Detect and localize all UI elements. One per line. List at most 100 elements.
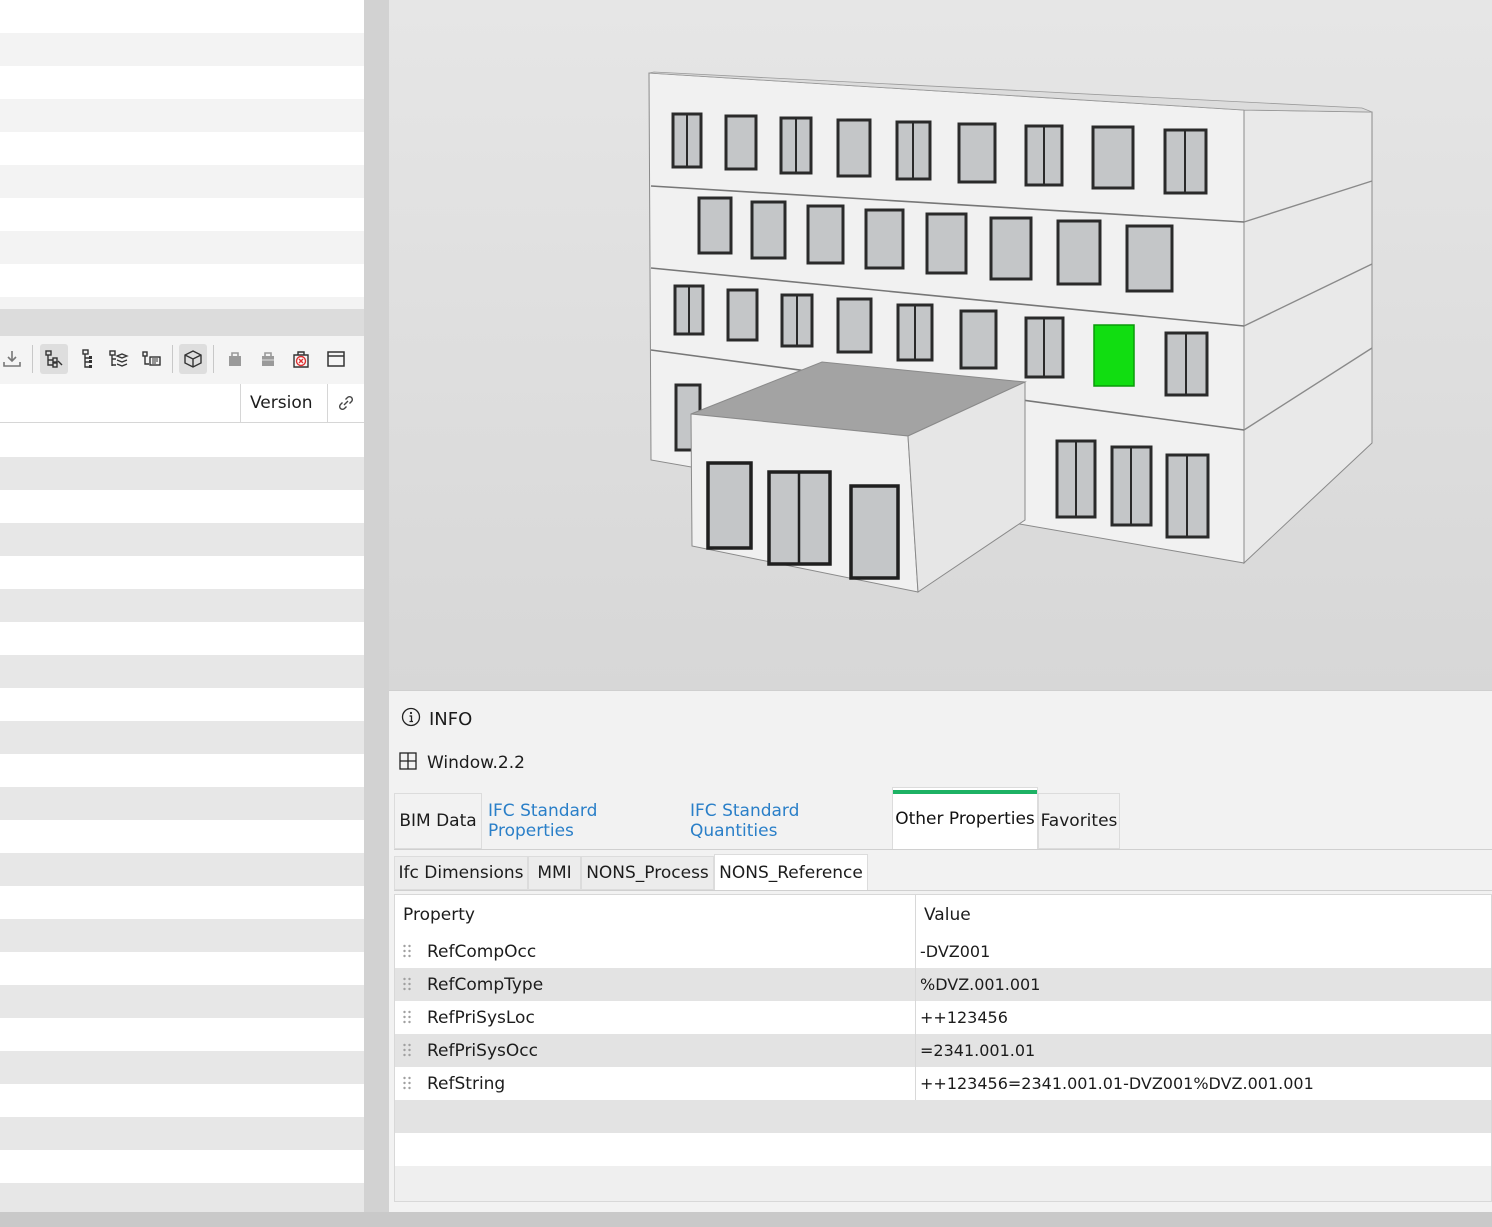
header-label: Value [924,905,971,925]
tab-favorites[interactable]: Favorites [1038,793,1120,849]
property-value: ++123456=2341.001.01-DVZ001%DVZ.001.001 [915,1067,1314,1100]
list-row[interactable] [0,264,366,297]
subtab-nons-reference[interactable]: NONS_Reference [714,854,868,890]
tree-column-header: Version [0,384,364,423]
table-row-empty [395,1166,1491,1201]
storey-icon[interactable] [254,344,282,374]
table-row[interactable]: RefPriSysLoc ++123456 [395,1001,1491,1034]
table-row[interactable]: RefCompOcc -DVZ001 [395,935,1491,968]
tree-row[interactable] [0,886,364,919]
tree-row[interactable] [0,589,364,622]
subtab-label: NONS_Reference [719,862,863,883]
info-icon [401,707,421,732]
tree-row[interactable] [0,1117,364,1150]
table-row[interactable]: RefCompType %DVZ.001.001 [395,968,1491,1001]
drag-handle-icon[interactable] [402,1042,412,1058]
3d-viewer[interactable] [389,0,1492,690]
property-column-header[interactable]: Property [395,895,475,935]
tab-other-properties[interactable]: Other Properties [892,787,1038,849]
subtab-ifc-dimensions[interactable]: Ifc Dimensions [394,856,528,890]
drag-handle-icon[interactable] [402,943,412,959]
tab-label: IFC Standard Quantities [690,801,800,841]
clear-selection-icon[interactable] [287,344,315,374]
download-icon[interactable] [0,344,26,374]
version-column-header[interactable]: Version [240,384,328,422]
table-row[interactable]: RefString ++123456=2341.001.01-DVZ001%DV… [395,1067,1491,1100]
property-value: =2341.001.01 [915,1034,1035,1067]
hierarchy-tree-icon[interactable] [40,344,68,374]
tree-row[interactable] [0,424,364,457]
tree-row[interactable] [0,820,364,853]
tree-row[interactable] [0,1051,364,1084]
list-row[interactable] [0,99,366,132]
table-header: Property Value [395,895,1491,936]
list-row[interactable] [0,297,366,309]
storey-filled-icon[interactable] [221,344,249,374]
table-row-empty [395,1133,1491,1166]
list-row[interactable] [0,198,366,231]
tree-row[interactable] [0,952,364,985]
tree-row[interactable] [0,1183,364,1214]
tree-row[interactable] [0,853,364,886]
3d-box-icon[interactable] [179,344,207,374]
subtab-label: NONS_Process [586,863,709,883]
drag-handle-icon[interactable] [402,976,412,992]
window-icon [399,751,417,775]
tree-row[interactable] [0,556,364,589]
drag-handle-icon[interactable] [402,1009,412,1025]
tree-row[interactable] [0,1018,364,1051]
drag-handle-icon[interactable] [402,1075,412,1091]
building-model[interactable] [389,0,1492,690]
tree-rows [0,424,364,1214]
tab-ifc-standard-quantities[interactable]: IFC Standard Quantities [690,793,888,849]
list-row[interactable] [0,231,366,264]
tree-row[interactable] [0,919,364,952]
version-column-label: Version [250,393,313,413]
selected-window-highlight[interactable] [1093,324,1135,387]
property-value: %DVZ.001.001 [915,968,1040,1001]
tree-row[interactable] [0,787,364,820]
tree-row[interactable] [0,523,364,556]
tree-row[interactable] [0,1084,364,1117]
tree-row[interactable] [0,490,364,523]
info-panel: INFO Window.2.2 BIM Data IFC Standard Pr… [389,690,1492,1213]
layers-tree-icon[interactable] [104,344,132,374]
tab-label: BIM Data [399,811,477,831]
subtab-nons-process[interactable]: NONS_Process [581,856,714,890]
tree-row[interactable] [0,655,364,688]
header-label: Property [403,905,475,925]
selected-element: Window.2.2 [399,750,525,776]
tree-row[interactable] [0,688,364,721]
panel-splitter[interactable] [364,0,389,1227]
subtab-label: MMI [537,863,572,883]
list-row[interactable] [0,0,366,33]
property-name: RefPriSysOcc [427,1040,538,1061]
tree-row[interactable] [0,457,364,490]
list-row[interactable] [0,33,366,66]
tree-row[interactable] [0,754,364,787]
window-layout-icon[interactable] [322,344,350,374]
tab-bim-data[interactable]: BIM Data [394,793,482,849]
tab-ifc-standard-properties[interactable]: IFC Standard Properties [488,793,684,849]
tree-row[interactable] [0,1150,364,1183]
value-column-header[interactable]: Value [915,895,971,935]
link-icon[interactable] [332,390,360,416]
list-row[interactable] [0,132,366,165]
tree-row[interactable] [0,985,364,1018]
property-set-tabs: Ifc Dimensions MMI NONS_Process NONS_Ref… [394,854,1492,891]
status-bar [0,1212,1492,1227]
tab-label: Favorites [1040,811,1118,831]
property-name: RefString [427,1073,506,1094]
type-tree-icon[interactable] [138,344,166,374]
property-name: RefCompOcc [427,941,537,962]
subtab-label: Ifc Dimensions [398,863,524,883]
list-row[interactable] [0,66,366,99]
subtab-mmi[interactable]: MMI [528,856,581,890]
table-row[interactable]: RefPriSysOcc =2341.001.01 [395,1034,1491,1067]
list-row[interactable] [0,165,366,198]
property-table: Property Value RefCompOcc -DVZ001 RefCom… [394,894,1492,1202]
left-top-list [0,0,366,309]
structure-tree-icon[interactable] [73,344,101,374]
tree-row[interactable] [0,721,364,754]
tree-row[interactable] [0,622,364,655]
